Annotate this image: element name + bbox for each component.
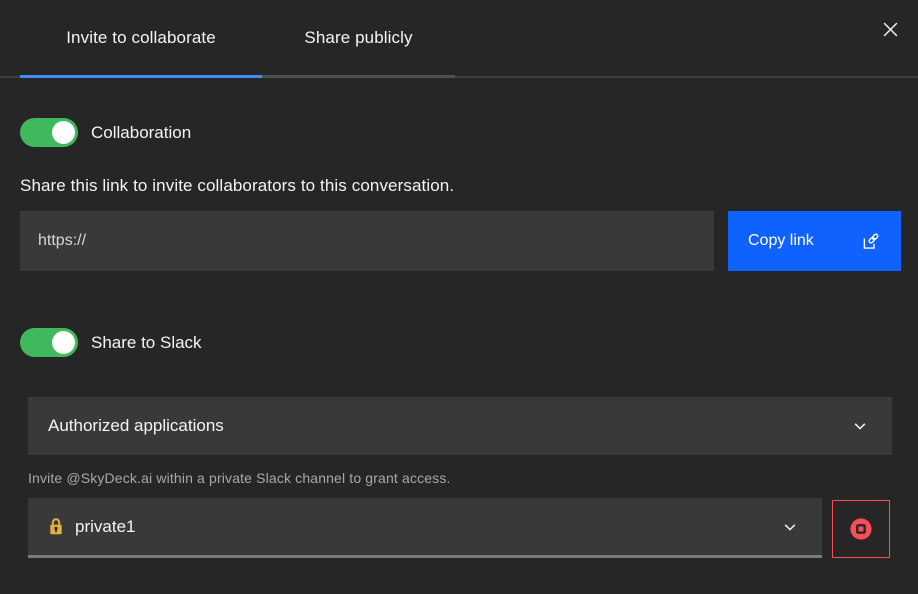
slack-toggle-row: Share to Slack	[20, 328, 918, 357]
slack-section: Authorized applications Invite @SkyDeck.…	[28, 397, 918, 558]
slack-toggle-label: Share to Slack	[91, 333, 202, 353]
copy-link-icon	[860, 231, 881, 252]
remove-channel-button[interactable]	[832, 500, 890, 558]
tab-share-publicly[interactable]: Share publicly	[262, 0, 455, 78]
tab-share-label: Share publicly	[304, 28, 412, 48]
copy-link-button[interactable]: Copy link	[728, 211, 901, 271]
toggle-knob	[52, 331, 75, 354]
collaboration-toggle-row: Collaboration	[20, 118, 918, 147]
modal-content: Collaboration Share this link to invite …	[0, 118, 918, 558]
tab-invite-to-collaborate[interactable]: Invite to collaborate	[20, 0, 262, 78]
authorized-applications-dropdown[interactable]: Authorized applications	[28, 397, 892, 455]
share-to-slack-toggle[interactable]	[20, 328, 78, 357]
link-row: Copy link	[20, 211, 918, 271]
channel-value-group: private1	[48, 517, 135, 537]
tab-invite-label: Invite to collaborate	[66, 28, 216, 48]
close-button[interactable]	[875, 14, 905, 44]
channel-value: private1	[75, 517, 135, 537]
lock-icon	[48, 517, 64, 536]
share-modal: { "window": { "close_label": "close" }, …	[0, 0, 918, 594]
channel-row: private1	[28, 498, 918, 558]
stop-icon	[849, 517, 873, 541]
tabs-bar: Invite to collaborate Share publicly	[0, 0, 918, 78]
share-link-description: Share this link to invite collaborators …	[20, 176, 918, 196]
collaboration-toggle[interactable]	[20, 118, 78, 147]
chevron-down-icon	[782, 519, 798, 535]
toggle-knob	[52, 121, 75, 144]
close-icon	[882, 21, 899, 38]
slack-channel-dropdown[interactable]: private1	[28, 498, 822, 558]
collaboration-toggle-label: Collaboration	[91, 123, 191, 143]
share-link-input[interactable]	[20, 211, 714, 271]
tab-list: Invite to collaborate Share publicly	[20, 0, 918, 78]
slack-helper-text: Invite @SkyDeck.ai within a private Slac…	[28, 470, 918, 486]
copy-link-label: Copy link	[748, 232, 814, 250]
chevron-down-icon	[852, 418, 868, 434]
authorized-applications-value: Authorized applications	[48, 416, 224, 436]
